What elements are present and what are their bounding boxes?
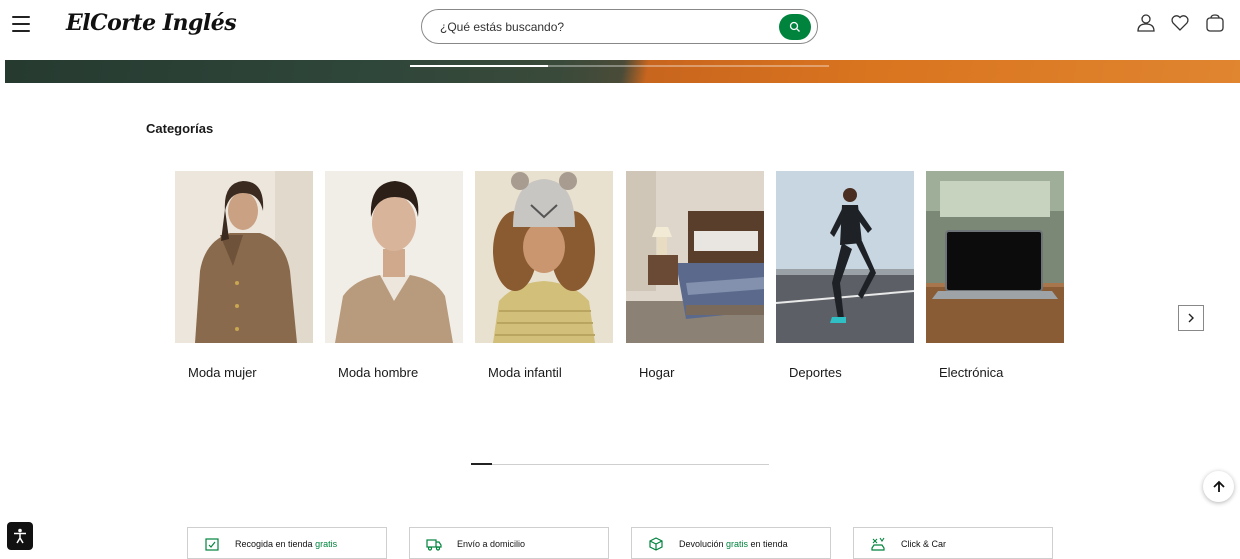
category-card-hogar[interactable]: Hogar <box>626 171 764 380</box>
category-label: Hogar <box>639 365 675 380</box>
service-store-pickup[interactable]: Recogida en tienda gratis <box>187 527 387 559</box>
header: ElCorte Inglés <box>0 0 1240 56</box>
heart-icon[interactable] <box>1170 13 1190 33</box>
service-return[interactable]: Devolución gratis en tienda <box>631 527 831 559</box>
service-home-delivery[interactable]: Envío a domicilio <box>409 527 609 559</box>
service-text: Devolución <box>679 539 727 549</box>
category-image-electronica <box>926 171 1064 343</box>
bag-icon[interactable] <box>1205 13 1225 33</box>
service-text: Click & Car <box>901 539 947 549</box>
click-car-icon <box>871 537 885 551</box>
return-box-icon <box>649 537 663 551</box>
service-text: Envío a domicilio <box>457 539 526 549</box>
category-label: Moda infantil <box>488 365 562 380</box>
category-label: Moda hombre <box>338 365 419 380</box>
banner-progress-bar <box>410 65 549 67</box>
category-image-moda-mujer <box>175 171 313 343</box>
accessibility-icon <box>14 528 26 544</box>
category-card-moda-infantil[interactable]: Moda infantil <box>475 171 613 380</box>
service-text: Recogida en tienda <box>235 539 316 549</box>
category-label: Deportes <box>789 365 842 380</box>
category-card-electronica[interactable]: Electrónica <box>926 171 1064 380</box>
carousel-scroll-thumb[interactable] <box>471 463 492 465</box>
category-image-moda-infantil <box>475 171 613 343</box>
back-to-top-button[interactable] <box>1203 471 1234 502</box>
arrow-up-icon <box>1212 480 1225 492</box>
category-image-moda-hombre <box>325 171 463 343</box>
logo[interactable]: ElCorte Inglés <box>66 10 237 36</box>
category-card-moda-hombre[interactable]: Moda hombre <box>325 171 463 380</box>
menu-icon[interactable] <box>12 16 30 32</box>
hero-banner[interactable] <box>5 60 1240 83</box>
category-card-moda-mujer[interactable]: Moda mujer <box>175 171 313 380</box>
accessibility-button[interactable] <box>7 522 33 550</box>
categories-title: Categorías <box>146 121 214 136</box>
service-highlight: gratis <box>726 539 749 549</box>
carousel-scrollbar[interactable] <box>471 463 769 465</box>
service-highlight: gratis <box>315 539 338 549</box>
category-image-hogar <box>626 171 764 343</box>
carousel-next-button[interactable] <box>1178 305 1204 331</box>
service-click-car[interactable]: Click & Car <box>853 527 1053 559</box>
delivery-truck-icon <box>426 539 442 551</box>
category-card-deportes[interactable]: Deportes <box>776 171 914 380</box>
category-label: Moda mujer <box>188 365 257 380</box>
search-bar <box>421 9 818 44</box>
banner-progress-track <box>410 65 829 67</box>
user-icon[interactable] <box>1136 13 1156 33</box>
store-pickup-icon <box>205 538 219 551</box>
search-icon <box>789 21 800 32</box>
category-image-deportes <box>776 171 914 343</box>
service-suffix: en tienda <box>748 539 788 549</box>
category-label: Electrónica <box>939 365 1004 380</box>
chevron-right-icon <box>1188 313 1194 323</box>
search-input[interactable] <box>440 18 770 36</box>
search-button[interactable] <box>779 14 811 40</box>
